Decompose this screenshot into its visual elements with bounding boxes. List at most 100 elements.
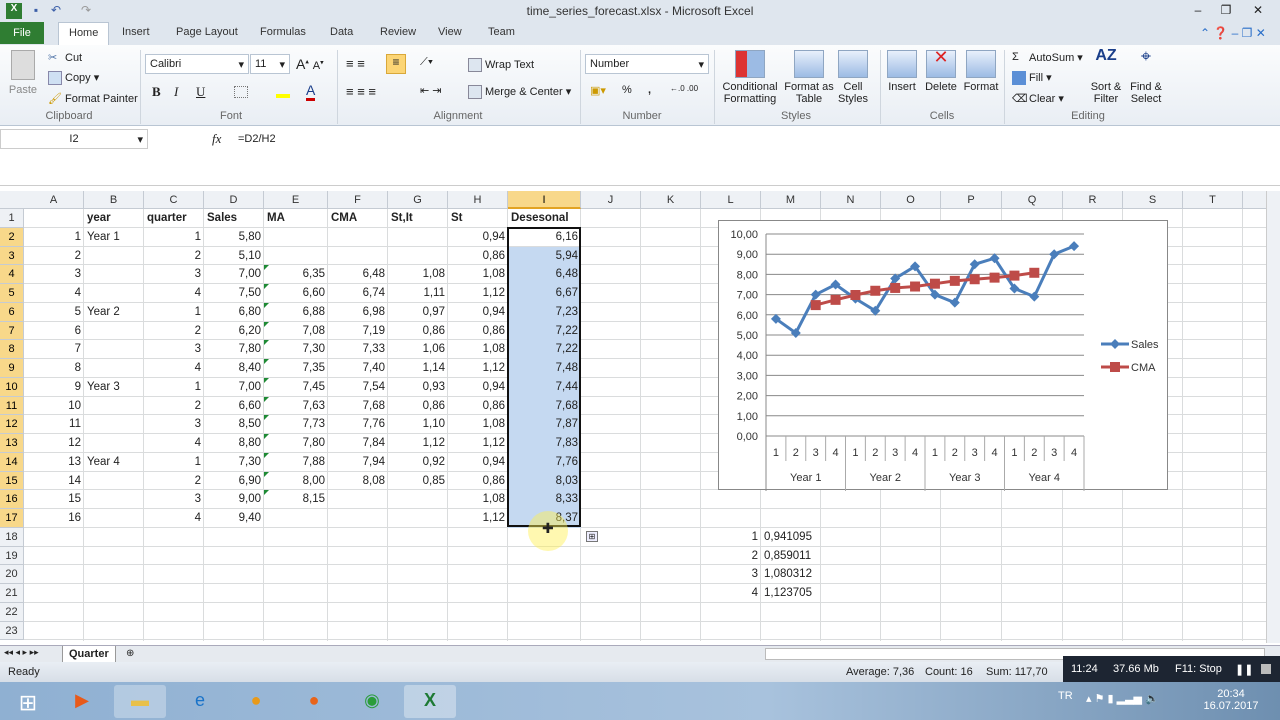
cell-e8[interactable]: 7,30 bbox=[264, 340, 328, 358]
stop-icon[interactable] bbox=[1261, 664, 1271, 674]
cell-g6[interactable]: 0,97 bbox=[388, 303, 448, 321]
cell-c10[interactable]: 1 bbox=[144, 378, 204, 396]
align-left-center-right-icon[interactable]: ≡ ≡ ≡ bbox=[346, 84, 376, 99]
row-header-5[interactable]: 5 bbox=[0, 284, 24, 303]
cell-f4[interactable]: 6,48 bbox=[328, 265, 388, 283]
header-cell[interactable]: Desesonal bbox=[508, 209, 581, 227]
row-header-11[interactable]: 11 bbox=[0, 396, 24, 416]
cell-a2[interactable]: 1 bbox=[24, 228, 84, 246]
cell-h7[interactable]: 0,86 bbox=[448, 322, 508, 340]
column-header-i[interactable]: I bbox=[508, 191, 581, 209]
cell-m18[interactable]: 0,941095 bbox=[761, 528, 821, 546]
header-cell[interactable]: St,It bbox=[388, 209, 448, 227]
tab-home[interactable]: Home bbox=[58, 22, 110, 45]
wrap-text-button[interactable]: Wrap Text bbox=[468, 58, 534, 72]
decimal-icon[interactable]: ←.0 .00 bbox=[670, 84, 698, 93]
cell-f12[interactable]: 7,76 bbox=[328, 415, 388, 433]
cell-m21[interactable]: 1,123705 bbox=[761, 584, 821, 602]
cell-c14[interactable]: 1 bbox=[144, 453, 204, 471]
row-header-10[interactable]: 10 bbox=[0, 377, 24, 397]
row-header-19[interactable]: 19 bbox=[0, 546, 24, 566]
cell-d17[interactable]: 9,40 bbox=[204, 509, 264, 527]
paste-button[interactable]: Paste bbox=[6, 50, 40, 96]
cell-a4[interactable]: 3 bbox=[24, 265, 84, 283]
tab-formulas[interactable]: Formulas bbox=[250, 22, 316, 45]
cell-f13[interactable]: 7,84 bbox=[328, 434, 388, 452]
cell-a3[interactable]: 2 bbox=[24, 247, 84, 265]
column-header-s[interactable]: S bbox=[1123, 191, 1183, 209]
cell-e13[interactable]: 7,80 bbox=[264, 434, 328, 452]
currency-icon[interactable]: ▣▾ bbox=[590, 84, 606, 97]
insert-function-button[interactable]: fx bbox=[212, 131, 221, 147]
cell-f11[interactable]: 7,68 bbox=[328, 397, 388, 415]
cell-a5[interactable]: 4 bbox=[24, 284, 84, 302]
cell-g15[interactable]: 0,85 bbox=[388, 472, 448, 490]
cell-a6[interactable]: 5 bbox=[24, 303, 84, 321]
row-header-8[interactable]: 8 bbox=[0, 340, 24, 359]
row-header-18[interactable]: 18 bbox=[0, 527, 24, 547]
cell-e15[interactable]: 8,00 bbox=[264, 472, 328, 490]
cell-d8[interactable]: 7,80 bbox=[204, 340, 264, 358]
cell-a10[interactable]: 9 bbox=[24, 378, 84, 396]
grow-font-icon[interactable]: A▴ A▾ bbox=[296, 56, 324, 72]
fill-button[interactable]: Fill ▾ bbox=[1012, 71, 1052, 86]
cell-h4[interactable]: 1,08 bbox=[448, 265, 508, 283]
autosum-button[interactable]: Σ AutoSum ▾ bbox=[1012, 51, 1083, 65]
cell-e10[interactable]: 7,45 bbox=[264, 378, 328, 396]
cell-a17[interactable]: 16 bbox=[24, 509, 84, 527]
row-header-9[interactable]: 9 bbox=[0, 359, 24, 378]
tab-file[interactable]: File bbox=[0, 22, 44, 44]
cell-d10[interactable]: 7,00 bbox=[204, 378, 264, 396]
row-header-15[interactable]: 15 bbox=[0, 471, 24, 491]
cell-d9[interactable]: 8,40 bbox=[204, 359, 264, 377]
row-header-2[interactable]: 2 bbox=[0, 227, 24, 247]
cell-h17[interactable]: 1,12 bbox=[448, 509, 508, 527]
number-format-select[interactable]: Number ▾ bbox=[585, 54, 709, 74]
cell-g14[interactable]: 0,92 bbox=[388, 453, 448, 471]
cell-c9[interactable]: 4 bbox=[144, 359, 204, 377]
sheet-tab-quarter[interactable]: Quarter bbox=[62, 646, 116, 663]
cell-e4[interactable]: 6,35 bbox=[264, 265, 328, 283]
comma-button[interactable]: , bbox=[648, 84, 651, 96]
row-header-17[interactable]: 17 bbox=[0, 509, 24, 528]
bold-button[interactable]: B bbox=[152, 84, 161, 100]
column-header-b[interactable]: B bbox=[84, 191, 144, 209]
taskbar-paint-icon[interactable]: ● bbox=[230, 685, 282, 718]
column-header-g[interactable]: G bbox=[388, 191, 448, 209]
column-header-t[interactable]: T bbox=[1183, 191, 1243, 209]
cut-button[interactable]: ✂ Cut bbox=[48, 51, 82, 65]
cell-g12[interactable]: 1,10 bbox=[388, 415, 448, 433]
column-header-r[interactable]: R bbox=[1063, 191, 1123, 209]
format-painter-button[interactable]: 🖌 Format Painter bbox=[48, 92, 138, 106]
column-header-j[interactable]: J bbox=[581, 191, 641, 209]
cell-f10[interactable]: 7,54 bbox=[328, 378, 388, 396]
merge-center-button[interactable]: Merge & Center ▾ bbox=[468, 85, 571, 100]
cell-m19[interactable]: 0,859011 bbox=[761, 547, 821, 565]
cell-e6[interactable]: 6,88 bbox=[264, 303, 328, 321]
header-cell[interactable]: year bbox=[84, 209, 144, 227]
cell-h9[interactable]: 1,12 bbox=[448, 359, 508, 377]
cell-h11[interactable]: 0,86 bbox=[448, 397, 508, 415]
cell-f5[interactable]: 6,74 bbox=[328, 284, 388, 302]
cell-b10[interactable]: Year 3 bbox=[84, 378, 144, 396]
font-color-icon[interactable]: A bbox=[306, 82, 316, 101]
column-header-f[interactable]: F bbox=[328, 191, 388, 209]
sheet-nav-icon[interactable]: ◂◂ ◂ ▸ ▸▸ bbox=[4, 647, 39, 658]
borders-icon[interactable] bbox=[234, 86, 248, 98]
cell-a8[interactable]: 7 bbox=[24, 340, 84, 358]
format-button[interactable]: Format bbox=[962, 50, 1000, 93]
cell-c6[interactable]: 1 bbox=[144, 303, 204, 321]
cell-c13[interactable]: 4 bbox=[144, 434, 204, 452]
help-icon[interactable]: ⌃ ❓ – ❐ ✕ bbox=[1200, 26, 1266, 40]
cell-d2[interactable]: 5,80 bbox=[204, 228, 264, 246]
indent-icon[interactable]: ⇤ ⇥ bbox=[420, 84, 442, 97]
cell-c16[interactable]: 3 bbox=[144, 490, 204, 508]
tray-icons[interactable]: ▴ ⚑ ▮ ▂▃▅ 🔈 bbox=[1086, 692, 1159, 705]
row-header-7[interactable]: 7 bbox=[0, 321, 24, 341]
cell-g4[interactable]: 1,08 bbox=[388, 265, 448, 283]
tab-insert[interactable]: Insert bbox=[112, 22, 160, 45]
cell-d14[interactable]: 7,30 bbox=[204, 453, 264, 471]
header-cell[interactable]: CMA bbox=[328, 209, 388, 227]
cell-d11[interactable]: 6,60 bbox=[204, 397, 264, 415]
cell-e5[interactable]: 6,60 bbox=[264, 284, 328, 302]
